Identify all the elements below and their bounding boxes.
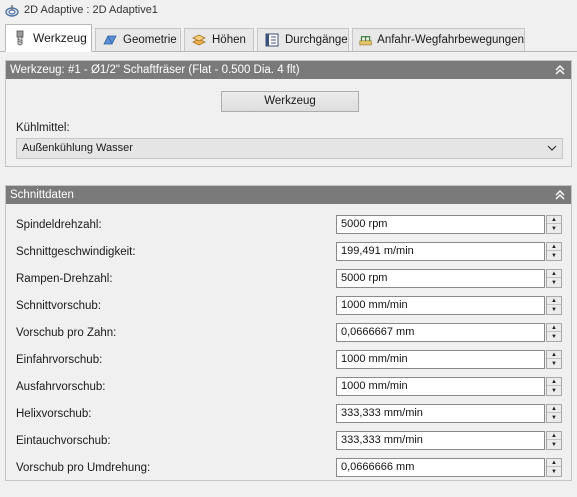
plunge-feedrate-input[interactable]: 333,333 mm/min xyxy=(336,431,545,450)
lead-in-feedrate-input[interactable]: 1000 mm/min xyxy=(336,350,545,369)
tool-select-button[interactable]: Werkzeug xyxy=(221,91,359,112)
passes-icon xyxy=(265,33,279,47)
spin-down-icon[interactable]: ▼ xyxy=(547,333,561,341)
ramp-spindle-speed-input[interactable]: 5000 rpm xyxy=(336,269,545,288)
plunge-feedrate-label: Eintauchvorschub: xyxy=(16,435,111,447)
tab-label: Höhen xyxy=(212,34,246,46)
cutting-data-panel-title: Schnittdaten xyxy=(10,189,74,201)
ramp-spindle-speed-spinner[interactable]: ▲ ▼ xyxy=(546,269,562,288)
cutting-feedrate-input[interactable]: 1000 mm/min xyxy=(336,296,545,315)
spin-up-icon[interactable]: ▲ xyxy=(547,459,561,467)
tab-label: Geometrie xyxy=(123,34,177,46)
spin-down-icon[interactable]: ▼ xyxy=(547,225,561,233)
tab-geometrie[interactable]: Geometrie xyxy=(95,28,181,51)
feed-per-tooth-spinner[interactable]: ▲ ▼ xyxy=(546,323,562,342)
cutting-feedrate-spinner[interactable]: ▲ ▼ xyxy=(546,296,562,315)
adaptive-operation-icon xyxy=(5,5,19,17)
tab-durchgaenge[interactable]: Durchgänge xyxy=(257,28,349,51)
lead-out-feedrate-input[interactable]: 1000 mm/min xyxy=(336,377,545,396)
spin-down-icon[interactable]: ▼ xyxy=(547,252,561,260)
geometry-icon xyxy=(103,35,117,45)
tab-werkzeug[interactable]: Werkzeug xyxy=(5,24,92,52)
cutting-feedrate-label: Schnittvorschub: xyxy=(16,300,102,312)
spin-up-icon[interactable]: ▲ xyxy=(547,351,561,359)
lead-in-feedrate-spinner[interactable]: ▲ ▼ xyxy=(546,350,562,369)
tool-icon xyxy=(16,30,24,46)
feed-per-revolution-spinner[interactable]: ▲ ▼ xyxy=(546,458,562,477)
cutting-speed-label: Schnittgeschwindigkeit: xyxy=(16,246,136,258)
title-bar: 2D Adaptive : 2D Adaptive1 xyxy=(0,0,577,22)
helix-feedrate-label: Helixvorschub: xyxy=(16,408,92,420)
lead-in-feedrate-label: Einfahrvorschub: xyxy=(16,354,103,366)
feed-per-revolution-label: Vorschub pro Umdrehung: xyxy=(16,462,151,474)
coolant-value: Außenkühlung Wasser xyxy=(22,142,133,154)
spin-down-icon[interactable]: ▼ xyxy=(547,414,561,422)
spin-down-icon[interactable]: ▼ xyxy=(547,306,561,314)
linking-icon xyxy=(359,36,372,46)
chevron-down-icon xyxy=(547,145,557,151)
helix-feedrate-spinner[interactable]: ▲ ▼ xyxy=(546,404,562,423)
spin-up-icon[interactable]: ▲ xyxy=(547,324,561,332)
feed-per-tooth-input[interactable]: 0,0666667 mm xyxy=(336,323,545,342)
tab-label: Durchgänge xyxy=(285,34,348,46)
tab-label: Anfahr-Wegfahrbewegungen xyxy=(377,34,524,46)
spin-up-icon[interactable]: ▲ xyxy=(547,432,561,440)
tab-label: Werkzeug xyxy=(33,31,87,45)
spin-up-icon[interactable]: ▲ xyxy=(547,216,561,224)
collapse-icon[interactable] xyxy=(553,63,567,77)
spin-down-icon[interactable]: ▼ xyxy=(547,360,561,368)
spin-down-icon[interactable]: ▼ xyxy=(547,468,561,476)
spin-up-icon[interactable]: ▲ xyxy=(547,270,561,278)
feed-per-tooth-label: Vorschub pro Zahn: xyxy=(16,327,117,339)
spindle-speed-label: Spindeldrehzahl: xyxy=(16,219,102,231)
cutting-data-panel-header[interactable]: Schnittdaten xyxy=(6,186,571,204)
spin-up-icon[interactable]: ▲ xyxy=(547,405,561,413)
spin-up-icon[interactable]: ▲ xyxy=(547,297,561,305)
spindle-speed-spinner[interactable]: ▲ ▼ xyxy=(546,215,562,234)
plunge-feedrate-spinner[interactable]: ▲ ▼ xyxy=(546,431,562,450)
tab-anfahr-wegfahrbewegungen[interactable]: Anfahr-Wegfahrbewegungen xyxy=(352,28,525,51)
spin-down-icon[interactable]: ▼ xyxy=(547,387,561,395)
lead-out-feedrate-label: Ausfahrvorschub: xyxy=(16,381,106,393)
lead-out-feedrate-spinner[interactable]: ▲ ▼ xyxy=(546,377,562,396)
ramp-spindle-speed-label: Rampen-Drehzahl: xyxy=(16,273,113,285)
cutting-data-panel: Schnittdaten Spindeldrehzahl: 5000 rpm ▲… xyxy=(5,185,572,481)
tab-hoehen[interactable]: Höhen xyxy=(184,28,254,51)
cutting-speed-spinner[interactable]: ▲ ▼ xyxy=(546,242,562,261)
cutting-speed-input[interactable]: 199,491 m/min xyxy=(336,242,545,261)
tool-panel: Werkzeug: #1 - Ø1/2" Schaftfräser (Flat … xyxy=(5,60,572,167)
window-title: 2D Adaptive : 2D Adaptive1 xyxy=(24,4,158,16)
spin-up-icon[interactable]: ▲ xyxy=(547,243,561,251)
heights-icon xyxy=(192,34,206,46)
tool-panel-title: Werkzeug: #1 - Ø1/2" Schaftfräser (Flat … xyxy=(10,64,300,76)
coolant-label: Kühlmittel: xyxy=(16,122,70,134)
spindle-speed-input[interactable]: 5000 rpm xyxy=(336,215,545,234)
helix-feedrate-input[interactable]: 333,333 mm/min xyxy=(336,404,545,423)
collapse-icon[interactable] xyxy=(553,188,567,202)
coolant-dropdown[interactable]: Außenkühlung Wasser xyxy=(16,138,563,159)
feed-per-revolution-input[interactable]: 0,0666666 mm xyxy=(336,458,545,477)
spin-up-icon[interactable]: ▲ xyxy=(547,378,561,386)
spin-down-icon[interactable]: ▼ xyxy=(547,279,561,287)
spin-down-icon[interactable]: ▼ xyxy=(547,441,561,449)
tool-panel-header[interactable]: Werkzeug: #1 - Ø1/2" Schaftfräser (Flat … xyxy=(6,61,571,79)
